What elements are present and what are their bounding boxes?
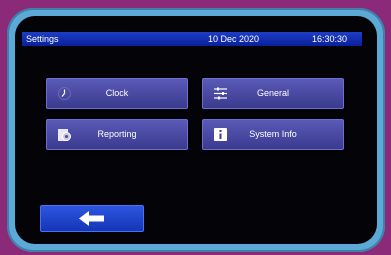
status-bar: Settings 10 Dec 2020 16:30:30 [22,32,362,46]
clock-label: Clock [105,88,129,98]
back-button[interactable] [40,205,144,232]
system-info-button[interactable]: System Info [202,119,344,150]
date-display: 10 Dec 2020 [208,34,260,44]
time-display: 16:30:30 [312,34,348,44]
reporting-button[interactable]: Reporting [46,119,188,150]
reporting-label: Reporting [97,129,137,139]
general-label: General [256,88,290,98]
page-title: Settings [26,34,59,44]
general-button[interactable]: General [202,78,344,109]
system-info-label: System Info [249,129,297,139]
clock-button[interactable]: Clock [46,78,188,109]
arrow-left-icon [78,210,106,227]
